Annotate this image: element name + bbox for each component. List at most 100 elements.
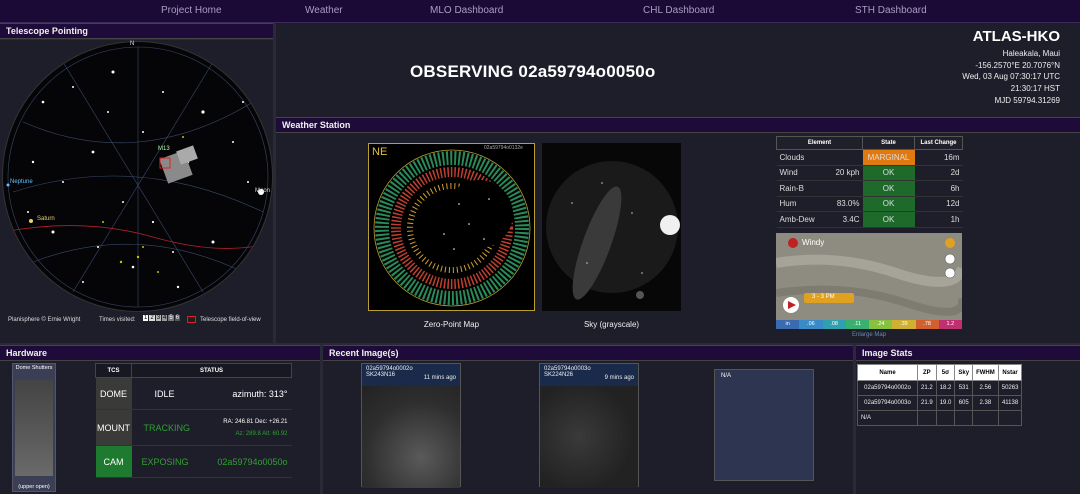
stat-sky: 531 bbox=[954, 380, 974, 396]
dome-label: DOME bbox=[95, 377, 132, 410]
nav-weather[interactable]: Weather bbox=[305, 5, 343, 16]
recent-image-header: 02a59794o0002o SK243N16 11 mins ago bbox=[362, 364, 460, 386]
weather-row-wind: Wind 20 kph OK 2d bbox=[776, 165, 963, 181]
element-state: OK bbox=[862, 196, 915, 212]
enlarge-map-link[interactable]: Enlarge Map bbox=[776, 332, 962, 338]
planisphere-credit: Planisphere © Ernie Wright bbox=[8, 317, 81, 323]
col-zp: ZP bbox=[917, 364, 937, 381]
m13-label: M13 bbox=[158, 146, 170, 152]
element-value bbox=[826, 180, 863, 197]
stat-nstar: 50263 bbox=[997, 380, 1023, 396]
recent-image-thumbnail bbox=[362, 386, 460, 488]
cam-label: CAM bbox=[95, 445, 132, 478]
tcs-row-dome: DOME IDLE azimuth: 313° bbox=[95, 377, 292, 410]
weather-row-clouds: Clouds MARGINAL 16m bbox=[776, 149, 963, 166]
hst-time: 21:30:17 HST bbox=[1010, 84, 1060, 93]
element-name: Hum bbox=[776, 196, 827, 212]
site-coords: -156.2570°E 20.7076°N bbox=[975, 61, 1060, 70]
windy-logo: Windy bbox=[802, 238, 825, 247]
star-chart bbox=[3, 46, 272, 308]
dome-detail: azimuth: 313° bbox=[202, 377, 292, 410]
dome-shutters-label: Dome Shutters bbox=[15, 365, 53, 371]
scale-1: .06 bbox=[799, 320, 823, 329]
recent-image-age: 9 mins ago bbox=[604, 375, 634, 381]
zp-direction: NE bbox=[372, 146, 388, 158]
telescope-pointing-title: Telescope Pointing bbox=[0, 23, 273, 39]
image-stats-row: 02a59794o0003o 21.9 19.0 605 2.38 41138 bbox=[857, 395, 1023, 411]
stat-name: N/A bbox=[857, 410, 918, 426]
col-state: State bbox=[862, 136, 915, 150]
recent-image-2[interactable]: 02a59794o0003o SK224N26 9 mins ago bbox=[539, 363, 639, 488]
weather-row-amb-dew: Amb-Dew 3.4C OK 1h bbox=[776, 211, 963, 228]
stat-5sigma bbox=[935, 410, 956, 426]
recent-image-header: 02a59794o0003o SK224N26 9 mins ago bbox=[540, 364, 638, 386]
element-name: Amb-Dew bbox=[776, 211, 827, 228]
element-state: OK bbox=[862, 211, 915, 228]
sky-grayscale-image[interactable] bbox=[542, 143, 681, 311]
stat-fwhm: 2.38 bbox=[972, 395, 999, 411]
zero-point-image bbox=[373, 149, 531, 307]
mjd: MJD 59794.31269 bbox=[994, 96, 1060, 105]
nav-mlo-dashboard[interactable]: MLO Dashboard bbox=[430, 5, 503, 16]
stat-fwhm: 2.56 bbox=[972, 380, 999, 396]
cam-state: EXPOSING bbox=[131, 445, 203, 478]
recent-image-field: SK224N26 bbox=[544, 372, 574, 378]
col-fwhm: FWHM bbox=[972, 364, 999, 381]
scale-6: .78 bbox=[915, 320, 939, 329]
stat-5sigma: 18.2 bbox=[935, 380, 956, 396]
element-value: 20 kph bbox=[826, 165, 863, 181]
site-name: ATLAS-HKO bbox=[972, 28, 1060, 45]
recent-image-thumbnail bbox=[540, 386, 638, 488]
times-visited-3: 3 bbox=[155, 315, 162, 321]
nav-project-home[interactable]: Project Home bbox=[161, 5, 222, 16]
weather-station-title: Weather Station bbox=[276, 117, 1080, 133]
stat-zp: 21.9 bbox=[917, 395, 937, 411]
scale-3: .11 bbox=[845, 320, 869, 329]
mount-detail: RA: 246.81 Dec: +26.21 Az: 289.8 Alt: 60… bbox=[202, 409, 292, 446]
scale-7: 1.2 bbox=[938, 320, 962, 329]
stat-name: 02a59794o0002o bbox=[857, 380, 918, 396]
mount-az-alt: Az: 289.8 Alt: 60.92 bbox=[235, 430, 288, 437]
north-label: N bbox=[130, 41, 135, 47]
nav-sth-dashboard[interactable]: STH Dashboard bbox=[855, 5, 927, 16]
zero-point-caption: Zero-Point Map bbox=[423, 320, 480, 329]
stat-fwhm bbox=[972, 410, 999, 426]
zero-point-map[interactable] bbox=[368, 143, 535, 311]
image-stats-row: 02a59794o0002o 21.2 18.2 531 2.56 50263 bbox=[857, 380, 1023, 396]
recent-image-1[interactable]: 02a59794o0002o SK243N16 11 mins ago bbox=[361, 363, 461, 488]
cam-detail: 02a59794o0050o bbox=[202, 445, 292, 478]
element-value: 3.4C bbox=[826, 211, 863, 228]
neptune-label: Neptune bbox=[10, 179, 33, 185]
element-state: OK bbox=[862, 180, 915, 197]
windy-map-image bbox=[776, 233, 962, 329]
col-nstar: Nstar bbox=[997, 364, 1023, 381]
recent-image-3: N/A bbox=[714, 369, 814, 481]
times-visited-legend: 1 2 3 4 5 6 bbox=[143, 315, 181, 321]
scale-4: .24 bbox=[869, 320, 893, 329]
mount-state: TRACKING bbox=[131, 409, 203, 446]
element-change: 16m bbox=[914, 149, 963, 166]
observing-panel bbox=[276, 23, 1080, 117]
stat-zp: 21.2 bbox=[917, 380, 937, 396]
mount-ra-dec: RA: 246.81 Dec: +26.21 bbox=[223, 418, 288, 425]
stat-sky: 605 bbox=[954, 395, 974, 411]
mount-label: MOUNT bbox=[95, 409, 132, 446]
col-tcs: TCS bbox=[95, 363, 132, 378]
weather-row-hum: Hum 83.0% OK 12d bbox=[776, 196, 963, 212]
moon-label: Moon bbox=[255, 188, 271, 194]
weather-row-rain: Rain-B OK 6h bbox=[776, 180, 963, 197]
windy-map[interactable]: Windy 3 - 3 PM in .06 .08 .11 .24 .39 .7… bbox=[776, 233, 962, 329]
stat-zp bbox=[917, 410, 937, 426]
dome-state: IDLE bbox=[131, 377, 203, 410]
nav-chl-dashboard[interactable]: CHL Dashboard bbox=[643, 5, 714, 16]
observing-title: OBSERVING 02a59794o0050o bbox=[410, 62, 656, 81]
element-state: MARGINAL bbox=[862, 149, 915, 166]
element-name: Rain-B bbox=[776, 180, 827, 197]
image-stats-table: Name ZP 5σ Sky FWHM Nstar 02a59794o0002o… bbox=[857, 364, 1023, 426]
recent-image-age: 11 mins ago bbox=[423, 375, 456, 381]
col-sky: Sky bbox=[954, 364, 974, 381]
scale-5: .39 bbox=[892, 320, 916, 329]
col-status: STATUS bbox=[131, 363, 292, 378]
hardware-title: Hardware bbox=[0, 345, 320, 361]
allsky-image bbox=[546, 161, 680, 300]
